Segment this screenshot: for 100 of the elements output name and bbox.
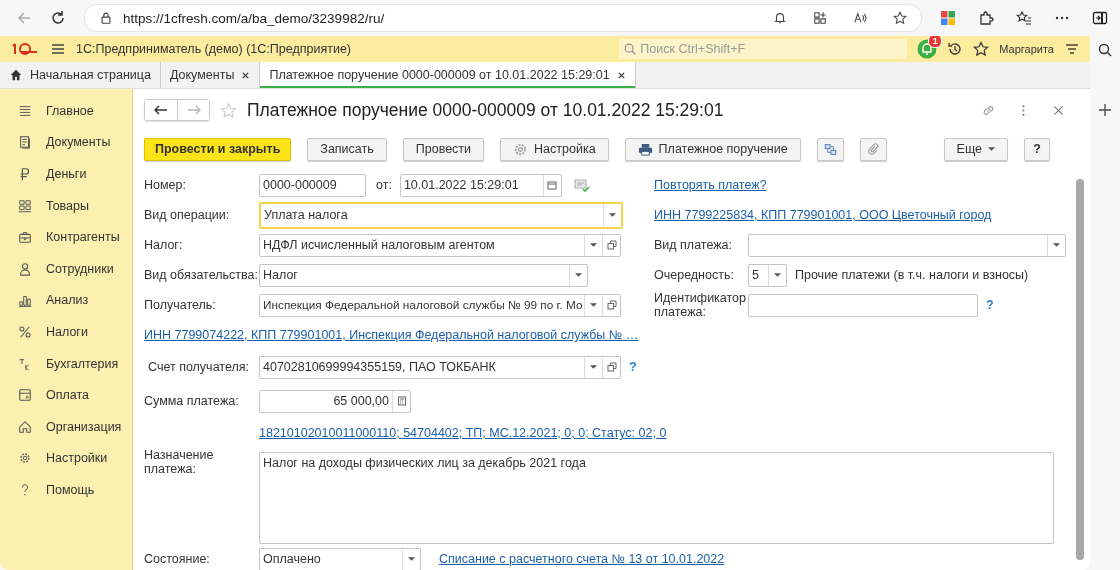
sidebar-item[interactable]: Бухгалтерия <box>0 347 132 380</box>
search-field[interactable]: Поиск Ctrl+Shift+F <box>619 39 908 59</box>
attachment-button[interactable] <box>859 137 887 161</box>
tab[interactable]: Платежное поручение 0000-000009 от 10.01.2022 15:29:01 <box>260 62 636 88</box>
lock-icon <box>99 11 113 25</box>
close-icon[interactable] <box>616 70 626 80</box>
caret-icon <box>774 273 781 277</box>
field-label: Получатель: <box>144 298 217 312</box>
number-field[interactable]: 0000-000009 <box>259 173 366 197</box>
recipient-dropdown[interactable]: Инспекция Федеральной налоговой службы № 99 по г. Мо <box>259 293 621 317</box>
field-label: Счет получателя: <box>147 360 250 374</box>
star-icon[interactable] <box>973 41 990 57</box>
gear-icon <box>513 141 529 157</box>
star-icon[interactable] <box>893 11 907 25</box>
apps-icon[interactable] <box>813 11 827 25</box>
calculator-icon <box>396 396 407 406</box>
logo-icon <box>10 42 40 56</box>
account-dropdown[interactable]: 40702810699994355159, ПАО ТОКБАНК <box>259 355 621 379</box>
settings-menu-icon[interactable] <box>1064 41 1080 57</box>
sidebar-item[interactable]: Документы <box>0 126 132 159</box>
close-icon[interactable] <box>241 70 251 80</box>
field-label: Номер: <box>144 178 187 192</box>
recipient-link[interactable]: ИНН 7799074222, КПП 779901001, Инспекция Федеральной налоговой службы № … <box>144 328 639 342</box>
app-title: 1С:Предприниматель (демо) (1С:Предприятие) <box>76 42 352 56</box>
menu-icon[interactable] <box>50 41 66 57</box>
sidebar-item[interactable]: Товары <box>0 189 132 222</box>
structure-button[interactable] <box>816 137 844 161</box>
bank-statement-link[interactable]: Списание с расчетного счета № 13 от 10.01.2022 <box>439 552 725 566</box>
address-bar[interactable]: https://1cfresh.com/a/ba_demo/3239982/ru/ <box>84 4 922 32</box>
field-label: Сумма платежа: <box>144 394 240 408</box>
forward-arrow-icon <box>186 105 201 115</box>
bell-icon[interactable] <box>773 11 787 25</box>
status-dropdown[interactable]: Оплачено <box>259 547 421 570</box>
sidebar-item[interactable]: Настройки <box>0 442 132 475</box>
help-link[interactable]: ? <box>986 298 994 312</box>
open-button[interactable] <box>602 356 620 378</box>
sidebar-item[interactable]: Сотрудники <box>0 252 132 285</box>
puzzle-icon[interactable] <box>978 10 994 26</box>
house-icon <box>18 419 32 434</box>
toolbar-button[interactable]: Провести <box>402 137 485 161</box>
sidebar-item[interactable]: Организация <box>0 410 132 443</box>
field-label: Состояние: <box>144 552 211 566</box>
sidebar-item[interactable]: Анализ <box>0 284 132 317</box>
sidebar-item[interactable]: Контрагенты <box>0 221 132 253</box>
back-button[interactable] <box>145 100 177 120</box>
obligation-dropdown[interactable]: Налог <box>259 263 588 287</box>
caret-icon <box>1053 243 1060 247</box>
amount-field[interactable]: 65 000,00 <box>259 389 411 413</box>
toolbar-button[interactable]: Записать <box>307 137 387 161</box>
sidebar-toggle-icon[interactable] <box>1092 10 1108 26</box>
tab[interactable]: Начальная страница <box>0 62 161 88</box>
field-label: Вид операции: <box>144 208 231 222</box>
refresh-icon[interactable] <box>50 10 66 26</box>
caret-icon <box>408 557 415 561</box>
search-icon[interactable] <box>1097 42 1113 58</box>
field-label: Вид обязательства: <box>144 268 259 282</box>
home-icon <box>9 68 23 82</box>
bar-chart-icon <box>18 293 32 308</box>
history-icon[interactable] <box>947 41 964 57</box>
help-button[interactable]: ? <box>1024 137 1050 161</box>
add-icon[interactable] <box>1097 102 1113 118</box>
user-name[interactable]: Маргарита <box>999 43 1054 55</box>
favorite-star-icon[interactable] <box>220 101 237 119</box>
post-and-close-button[interactable]: Провести и закрыть <box>144 137 292 161</box>
operation-dropdown[interactable]: Уплата налога <box>259 201 623 229</box>
sidebar-item[interactable]: Оплата <box>0 379 132 411</box>
sidebar-item[interactable]: Деньги <box>0 158 132 190</box>
priority-dropdown[interactable]: 5 <box>748 263 787 287</box>
favorites-icon[interactable] <box>1016 10 1032 26</box>
form-title: Платежное поручение 0000-000009 от 10.01.2022 15:29:01 <box>247 99 724 121</box>
help-link[interactable]: ? <box>629 360 637 374</box>
more-button[interactable]: Еще <box>943 137 1008 161</box>
back-arrow-icon <box>154 105 168 115</box>
scrollbar[interactable] <box>1076 179 1084 560</box>
person-icon <box>18 261 32 276</box>
read-aloud-icon[interactable] <box>853 11 867 25</box>
document-icon <box>18 135 32 150</box>
sidebar-item[interactable]: Налоги <box>0 316 132 348</box>
settings-button[interactable]: Настройка <box>500 137 609 161</box>
open-window-icon <box>606 362 617 372</box>
printer-icon <box>637 141 653 157</box>
caret-icon <box>590 303 597 307</box>
caret-icon <box>609 213 616 217</box>
caret-icon <box>590 365 597 369</box>
open-button[interactable] <box>602 294 620 316</box>
tax-dropdown[interactable]: НДФЛ исчисленный налоговым агентом <box>259 233 621 257</box>
sidebar-item[interactable]: Помощь <box>0 474 132 506</box>
percent-icon <box>18 324 32 339</box>
purpose-text-area[interactable]: Налог на доходы физических лиц за декабрь 2021 года <box>259 452 1054 544</box>
date-field[interactable]: 10.01.2022 15:29:01 <box>399 173 562 197</box>
payment-id-field[interactable] <box>748 293 978 317</box>
lines-icon <box>18 103 32 118</box>
payment-details-link[interactable]: 18210102010011000110; 54704402; ТП; МС.12.2021; 0; 0; Статус: 02; 0 <box>259 426 667 440</box>
sidebar-item[interactable]: Главное <box>0 95 132 127</box>
organization-link[interactable]: ИНН 7799225834, КПП 779901001, ООО Цветочный город <box>654 208 992 222</box>
structure-icon <box>823 141 837 157</box>
colorful-app-icon[interactable] <box>940 10 956 26</box>
repeat-payment-link[interactable]: Повторять платеж? <box>654 178 767 192</box>
print-button[interactable]: Платежное поручение <box>624 137 801 161</box>
open-button[interactable] <box>602 234 620 256</box>
